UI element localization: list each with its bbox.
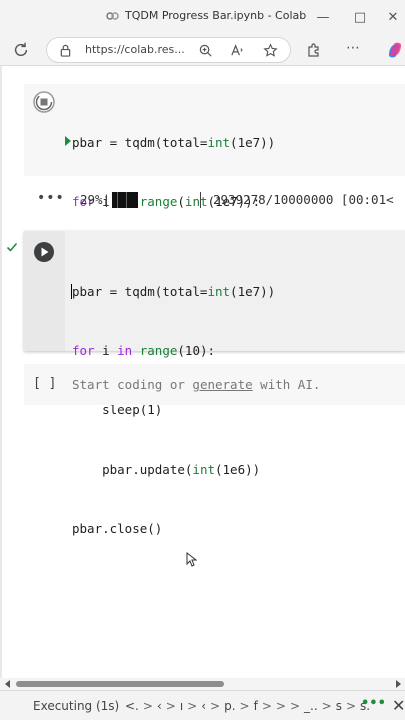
breadcrumb-item[interactable]: ı [180, 699, 183, 713]
code-line[interactable]: pbar = tqdm(total=int(1e7)) [72, 133, 275, 153]
notebook-left-border [0, 66, 2, 678]
breadcrumb-item[interactable]: _.. [304, 699, 318, 713]
more-menu-button[interactable]: ⋯ [346, 40, 366, 56]
breadcrumb-item[interactable]: f [254, 699, 258, 713]
extensions-icon[interactable] [306, 42, 322, 58]
horizontal-scrollbar[interactable] [0, 678, 405, 690]
execution-status[interactable]: Executing (1s) [33, 699, 119, 713]
output-menu-button[interactable]: ••• [37, 190, 65, 206]
address-bar[interactable]: https://colab.res... [46, 37, 291, 63]
progress-bar [112, 192, 202, 208]
breadcrumb-separator: > [275, 699, 286, 713]
breadcrumb-item[interactable]: ‹ [201, 699, 206, 713]
scroll-right-arrow-icon[interactable] [394, 680, 402, 688]
prompt-text: Start coding or [72, 377, 193, 392]
breadcrumb-separator: > [261, 699, 272, 713]
breadcrumb-item[interactable]: s [336, 699, 342, 713]
read-aloud-icon[interactable] [230, 43, 245, 58]
status-bar: Executing (1s) <. > ‹ > ı > ‹ > p. > f > > > _.. > s > s. … [0, 690, 405, 720]
progress-block-divider [117, 192, 118, 208]
progress-bar-fill [112, 192, 138, 208]
window-title-bar: TQDM Progress Bar.ipynb - Colab — □ ✕ [0, 0, 405, 34]
progress-percent: 29%| [80, 192, 111, 207]
call-stack-breadcrumb[interactable]: <. > ‹ > ı > ‹ > p. > f > > > _.. > s > s. [125, 699, 370, 713]
refresh-icon[interactable] [12, 41, 30, 59]
url-text[interactable]: https://colab.res... [85, 43, 185, 56]
copilot-icon[interactable] [385, 40, 405, 60]
generate-link[interactable]: generate [192, 377, 252, 392]
progress-bar-end [200, 192, 201, 208]
minimize-button[interactable]: — [314, 8, 332, 26]
breadcrumb-separator: > [345, 699, 357, 713]
colab-logo-icon [106, 12, 119, 20]
zoom-icon[interactable] [198, 43, 213, 58]
breadcrumb-separator: > [210, 699, 221, 713]
execution-success-check-icon [6, 242, 18, 252]
favorite-star-icon[interactable] [263, 43, 278, 58]
progress-block-divider [126, 192, 127, 208]
status-more-button[interactable]: ••• [361, 696, 386, 711]
breadcrumb-separator: > [165, 699, 176, 713]
breadcrumb-separator: > [187, 699, 198, 713]
lock-icon[interactable] [59, 44, 72, 57]
mouse-cursor-icon [186, 552, 197, 567]
breadcrumb-separator: > [289, 699, 301, 713]
browser-toolbar: https://colab.res... ⋯ [0, 34, 405, 66]
empty-cell-prompt[interactable]: Start coding or generate with AI. [72, 377, 320, 392]
progress-stats: 2939278/10000000 [00:01< [213, 192, 394, 207]
scroll-left-arrow-icon[interactable] [4, 680, 12, 688]
stop-execution-icon[interactable] [33, 91, 55, 113]
breadcrumb-item[interactable]: ‹ [157, 699, 162, 713]
breadcrumb-item[interactable]: <. [125, 699, 139, 713]
window-title: TQDM Progress Bar.ipynb - Colab [125, 9, 307, 22]
fold-arrow-icon[interactable] [64, 135, 72, 147]
status-close-button[interactable]: ✕ [392, 696, 405, 715]
breadcrumb-item[interactable]: p. [224, 699, 235, 713]
execution-count-bracket[interactable]: [ ] [33, 376, 56, 391]
code-line[interactable]: for i in range(10): [72, 341, 275, 361]
breadcrumb-separator: > [321, 699, 332, 713]
prompt-text: with AI. [252, 377, 321, 392]
code-line[interactable]: pbar.update(int(1e6)) [72, 460, 275, 480]
scrollbar-thumb[interactable] [16, 681, 224, 687]
close-window-button[interactable]: ✕ [384, 8, 402, 26]
code-line[interactable]: pbar.close() [72, 519, 275, 539]
code-line[interactable]: pbar = tqdm(total=int(1e7)) [71, 282, 275, 302]
breadcrumb-separator: > [239, 699, 250, 713]
maximize-button[interactable]: □ [351, 8, 369, 26]
breadcrumb-separator: > [142, 699, 153, 713]
run-cell-icon[interactable] [33, 241, 55, 263]
